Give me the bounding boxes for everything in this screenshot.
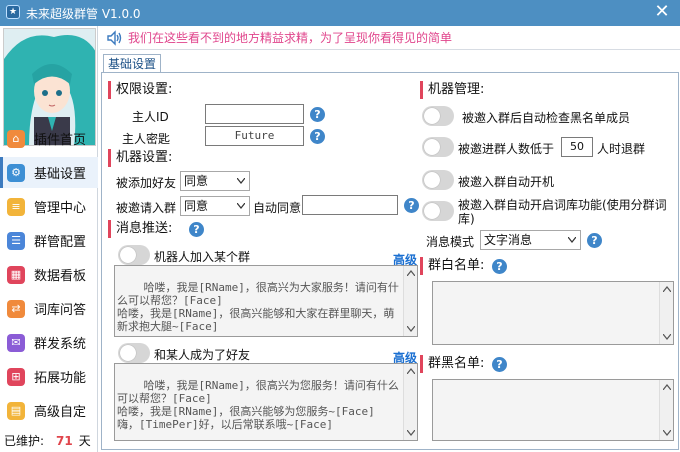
message-push-header: 消息推送: xyxy=(108,220,172,238)
announcement-text: 我们在这些看不到的地方精益求精，为了呈现你看得见的简单 xyxy=(128,31,453,45)
sidebar-item-label: 管理中心 xyxy=(34,201,87,216)
announcement-bar: 我们在这些看不到的地方精益求精，为了呈现你看得见的简单 xyxy=(100,26,680,50)
scrollbar[interactable] xyxy=(659,282,673,344)
machine-management-header: 机器管理: xyxy=(420,81,484,99)
window-title: 未来超级群管 V1.0.0 xyxy=(26,7,141,21)
sidebar-item-label: 群发系统 xyxy=(34,337,87,352)
blacklist-textarea[interactable] xyxy=(432,379,674,441)
add-friend-select[interactable]: 同意 xyxy=(180,171,250,191)
broadcast-icon: ✉ xyxy=(7,333,25,352)
help-icon[interactable]: ? xyxy=(404,198,419,213)
owner-key-label: 主人密匙 xyxy=(122,132,171,146)
qa-icon: ⇄ xyxy=(7,299,25,318)
tab-basic-settings[interactable]: 基础设置 xyxy=(103,54,161,73)
permissions-header: 权限设置: xyxy=(108,81,172,99)
help-icon[interactable]: ? xyxy=(310,129,325,144)
advanced-icon: ▤ xyxy=(7,401,25,420)
manage-icon: ≡ xyxy=(7,197,25,216)
config-icon: ☰ xyxy=(7,231,25,250)
chevron-down-icon xyxy=(237,203,245,209)
scrollbar[interactable] xyxy=(403,364,417,440)
settings-panel: 权限设置: 主人ID ? 主人密匙 Future ? 机器设置: 被添加好友 同… xyxy=(101,72,679,450)
blacklist-header: 群黑名单: xyxy=(420,355,484,373)
sidebar-item-dashboard[interactable]: ▦ 数据看板 xyxy=(0,259,98,290)
auto-power-on-label: 被邀入群自动开机 xyxy=(458,175,555,189)
min-members-suffix: 人时退群 xyxy=(597,142,646,156)
dashboard-icon: ▦ xyxy=(7,265,25,284)
auto-qa-toggle[interactable] xyxy=(422,201,454,221)
sidebar-item-label: 数据看板 xyxy=(34,269,87,284)
help-icon[interactable]: ? xyxy=(310,107,325,122)
join-group-message-text: 哈喽，我是[RName]，很高兴为大家服务！请问有什么可以帮您？[Face] 哈… xyxy=(117,281,399,333)
add-friend-label: 被添加好友 xyxy=(116,176,177,190)
message-mode-select-value: 文字消息 xyxy=(484,233,533,247)
sidebar-item-label: 高级自定 xyxy=(34,405,87,420)
owner-id-label: 主人ID xyxy=(132,110,169,124)
sidebar: ⌂ 插件首页 ⚙ 基础设置 ≡ 管理中心 ☰ 群管配置 ▦ 数据看板 ⇄ 词库问… xyxy=(0,26,98,452)
robot-settings-header: 机器设置: xyxy=(108,149,172,167)
title-bar: ★ 未来超级群管 V1.0.0 ✕ xyxy=(0,0,680,26)
maintained-days-value: 71 xyxy=(56,434,73,448)
sidebar-item-home[interactable]: ⌂ 插件首页 xyxy=(0,123,98,154)
chevron-down-icon xyxy=(568,237,576,243)
message-mode-select[interactable]: 文字消息 xyxy=(480,230,581,250)
add-friend-select-value: 同意 xyxy=(184,174,209,188)
extend-icon: ⊞ xyxy=(7,367,25,386)
join-group-toggle-label: 机器人加入某个群 xyxy=(154,250,251,264)
sidebar-item-basic-settings[interactable]: ⚙ 基础设置 xyxy=(0,157,98,188)
maintained-days: 已维护: 71 天 xyxy=(4,432,91,449)
home-icon: ⌂ xyxy=(7,129,25,148)
invite-group-label: 被邀请入群 xyxy=(116,201,177,215)
check-blacklist-toggle[interactable] xyxy=(422,106,454,126)
invite-group-select[interactable]: 同意 xyxy=(180,196,250,216)
friend-toggle-label: 和某人成为了好友 xyxy=(154,348,251,362)
invite-group-select-value: 同意 xyxy=(184,199,209,213)
settings-icon: ⚙ xyxy=(7,163,25,182)
check-blacklist-label: 被邀入群后自动检查黑名单成员 xyxy=(462,111,631,125)
owner-id-input[interactable] xyxy=(205,104,304,124)
whitelist-textarea[interactable] xyxy=(432,281,674,345)
help-icon[interactable]: ? xyxy=(189,222,204,237)
sidebar-item-label: 拓展功能 xyxy=(34,371,87,386)
sidebar-item-label: 基础设置 xyxy=(34,167,87,182)
help-icon[interactable]: ? xyxy=(492,259,507,274)
speaker-icon xyxy=(107,29,122,46)
scrollbar[interactable] xyxy=(403,266,417,336)
min-members-input[interactable]: 50 xyxy=(561,137,593,157)
sidebar-item-broadcast[interactable]: ✉ 群发系统 xyxy=(0,327,98,358)
sidebar-item-label: 群管配置 xyxy=(34,235,87,250)
sidebar-item-qa[interactable]: ⇄ 词库问答 xyxy=(0,293,98,324)
sidebar-item-label: 插件首页 xyxy=(34,133,87,148)
auto-agree-input[interactable] xyxy=(302,195,398,215)
sidebar-item-manage[interactable]: ≡ 管理中心 xyxy=(0,191,98,222)
app-icon: ★ xyxy=(6,5,20,19)
owner-key-input[interactable]: Future xyxy=(205,126,304,146)
chevron-down-icon xyxy=(237,178,245,184)
help-icon[interactable]: ? xyxy=(587,233,602,248)
sidebar-item-group-config[interactable]: ☰ 群管配置 xyxy=(0,225,98,256)
help-icon[interactable]: ? xyxy=(492,357,507,372)
auto-qa-label: 被邀入群自动开启词库功能(使用分群词库) xyxy=(458,198,667,226)
message-mode-label: 消息模式 xyxy=(426,235,475,249)
auto-agree-label: 自动同意 xyxy=(253,201,302,215)
friend-message-text: 哈喽，我是[RName]，很高兴为您服务！请问有什么可以帮您？[Face] 哈喽… xyxy=(117,379,399,431)
maintained-unit: 天 xyxy=(78,434,91,448)
whitelist-header: 群白名单: xyxy=(420,257,484,275)
min-members-toggle[interactable] xyxy=(422,137,454,157)
min-members-label: 被邀进群人数低于 xyxy=(458,142,555,156)
auto-power-on-toggle[interactable] xyxy=(422,170,454,190)
friend-message-textarea[interactable]: 哈喽，我是[RName]，很高兴为您服务！请问有什么可以帮您？[Face] 哈喽… xyxy=(114,363,418,441)
scrollbar[interactable] xyxy=(659,380,673,440)
maintained-label: 已维护: xyxy=(4,434,45,448)
close-button[interactable]: ✕ xyxy=(652,3,672,23)
sidebar-item-label: 词库问答 xyxy=(34,303,87,318)
friend-toggle[interactable] xyxy=(118,343,150,363)
sidebar-item-extend[interactable]: ⊞ 拓展功能 xyxy=(0,361,98,392)
join-group-toggle[interactable] xyxy=(118,245,150,265)
sidebar-item-advanced[interactable]: ▤ 高级自定 xyxy=(0,395,98,426)
join-group-message-textarea[interactable]: 哈喽，我是[RName]，很高兴为大家服务！请问有什么可以帮您？[Face] 哈… xyxy=(114,265,418,337)
